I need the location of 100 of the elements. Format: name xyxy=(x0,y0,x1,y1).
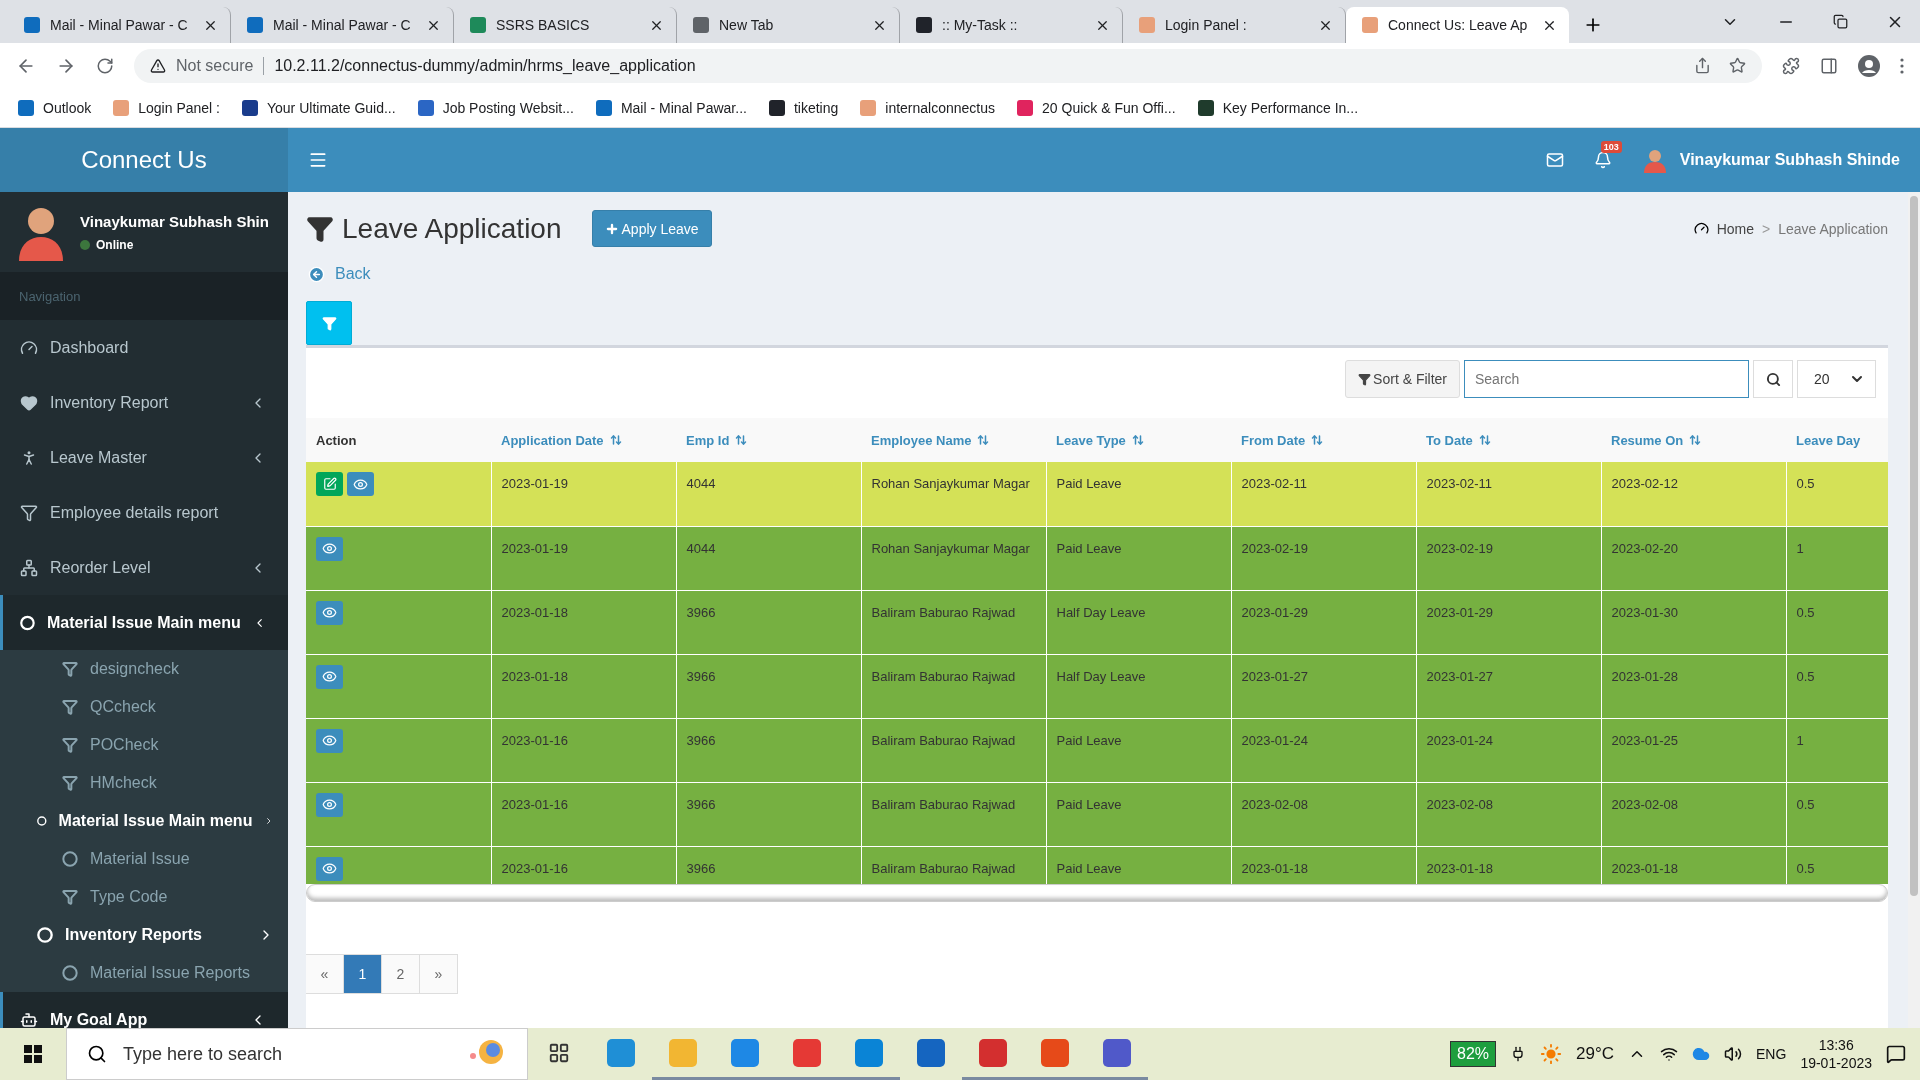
sidebar-subitem[interactable]: QCcheck xyxy=(0,688,288,726)
bookmark[interactable]: Login Panel : xyxy=(113,99,220,116)
plus-icon xyxy=(604,221,619,236)
language-indicator[interactable]: ENG xyxy=(1756,1046,1787,1062)
sidebar-subitem[interactable]: Material Issue xyxy=(0,840,288,878)
column-header: Action xyxy=(306,418,491,462)
sidebar-subitem[interactable]: Material Issue Main menu xyxy=(0,802,288,840)
table-cell: 2023-02-12 xyxy=(1601,462,1786,526)
star-icon[interactable] xyxy=(1729,57,1746,74)
sidebar-subitem[interactable]: POCheck xyxy=(0,726,288,764)
search-button[interactable] xyxy=(1753,360,1793,398)
reload-icon[interactable] xyxy=(96,56,114,75)
profile-icon[interactable] xyxy=(1858,54,1880,77)
table-cell: 3966 xyxy=(676,718,861,782)
eye-icon xyxy=(353,476,368,492)
filter-icon xyxy=(321,315,337,331)
table-cell: Paid Leave xyxy=(1046,718,1231,782)
bookmark[interactable]: internalconnectus xyxy=(860,99,996,116)
view-button[interactable] xyxy=(316,856,343,881)
bookmark[interactable]: Outlook xyxy=(18,99,92,116)
table-cell: 3966 xyxy=(676,782,861,846)
circle-icon xyxy=(37,813,47,829)
view-button[interactable] xyxy=(316,792,343,817)
share-icon[interactable] xyxy=(1694,57,1711,74)
vertical-scrollbar[interactable] xyxy=(1908,192,1920,1028)
view-button[interactable] xyxy=(316,664,343,689)
circle-icon xyxy=(62,851,78,867)
warning-icon xyxy=(150,57,166,74)
table-cell: 1 xyxy=(1786,718,1888,782)
bookmark[interactable]: 20 Quick & Fun Offi... xyxy=(1017,99,1176,116)
search-field[interactable]: Search xyxy=(1464,360,1749,398)
sidebar-item[interactable]: Reorder Level xyxy=(0,540,288,595)
bookmark[interactable]: Key Performance In... xyxy=(1197,99,1359,116)
eye-icon xyxy=(322,605,337,620)
sidebar-item[interactable]: Material Issue Main menu xyxy=(0,595,288,650)
cloud-icon[interactable] xyxy=(1692,1045,1711,1063)
weather-text[interactable]: 29°C xyxy=(1576,1044,1615,1064)
breadcrumb-link[interactable]: Home xyxy=(1716,220,1755,237)
taskbar-search[interactable]: Type here to search xyxy=(66,1028,528,1080)
sort-filter-button[interactable]: Sort & Filter xyxy=(1345,360,1460,398)
url-text: 10.2.11.2/connectus-dummy/admin/hrms_leave_application xyxy=(274,56,696,75)
horizontal-scrollbar[interactable] xyxy=(306,884,1888,902)
browser-tab[interactable]: Connect Us: Leave Ap xyxy=(1346,7,1569,43)
volume-icon[interactable] xyxy=(1724,1045,1743,1063)
sidebar-subitem[interactable]: Material Issue Reports xyxy=(0,954,288,992)
column-header[interactable]: Resume On xyxy=(1601,418,1786,462)
sidebar-item[interactable]: Employee details report xyxy=(0,485,288,540)
table-cell: Baliram Baburao Rajwad xyxy=(861,590,1046,654)
menu-icon[interactable] xyxy=(308,150,328,170)
table-cell: Baliram Baburao Rajwad xyxy=(861,654,1046,718)
column-header[interactable]: To Date xyxy=(1416,418,1601,462)
column-header[interactable]: Application Date xyxy=(491,418,676,462)
restore-icon[interactable] xyxy=(1833,14,1848,29)
view-button[interactable] xyxy=(316,728,343,753)
menu-icon[interactable] xyxy=(1900,57,1904,74)
filter-button[interactable] xyxy=(306,301,352,345)
sidebar-item[interactable]: Inventory Report xyxy=(0,375,288,430)
bookmark[interactable]: Job Posting Websit... xyxy=(417,99,574,116)
notifications-icon[interactable] xyxy=(1886,1044,1906,1064)
apply-leave-button[interactable]: Apply Leave xyxy=(591,210,712,247)
bookmark[interactable]: Your Ultimate Guid... xyxy=(242,99,396,116)
table-cell: Rohan Sanjaykumar Magar xyxy=(861,526,1046,590)
mail-icon[interactable] xyxy=(1545,151,1564,169)
edit-button[interactable] xyxy=(316,472,343,496)
table-cell: Half Day Leave xyxy=(1046,654,1231,718)
circle-icon xyxy=(20,613,35,632)
sidebar-item[interactable]: Leave Master xyxy=(0,430,288,485)
side-panel-icon[interactable] xyxy=(1820,56,1838,75)
filter-icon xyxy=(1358,372,1372,386)
sidebar-subitem[interactable]: Type Code xyxy=(0,878,288,916)
table-cell: Baliram Baburao Rajwad xyxy=(861,782,1046,846)
wifi-icon[interactable] xyxy=(1660,1045,1679,1063)
column-header[interactable]: Employee Name xyxy=(861,418,1046,462)
clock[interactable]: 13:36 19-01-2023 xyxy=(1800,1037,1872,1071)
view-button[interactable] xyxy=(316,600,343,625)
table-cell: 2023-02-08 xyxy=(1231,782,1416,846)
page-link[interactable]: 2 xyxy=(381,954,420,994)
page-link[interactable]: » xyxy=(419,954,458,994)
sidebar-subitem[interactable]: HMcheck xyxy=(0,764,288,802)
page-size-select[interactable]: 20 xyxy=(1797,360,1876,398)
address-bar[interactable]: Not secure 10.2.11.2/connectus-dummy/admin/hrms_leave_application xyxy=(134,48,1762,83)
extensions-icon[interactable] xyxy=(1782,56,1800,75)
bell-icon[interactable] xyxy=(1593,151,1612,169)
page-link[interactable]: 1 xyxy=(343,954,382,994)
page-link[interactable]: « xyxy=(306,954,344,994)
bookmark[interactable]: tiketing xyxy=(768,99,839,116)
view-button[interactable] xyxy=(347,472,374,496)
table-cell: 2023-01-19 xyxy=(491,462,676,526)
brand-logo[interactable]: Connect Us xyxy=(0,128,288,192)
view-button[interactable] xyxy=(316,536,343,561)
gauge-icon xyxy=(1693,221,1709,236)
sidebar-subitem[interactable]: Inventory Reports xyxy=(0,916,288,954)
filter-icon xyxy=(62,737,78,753)
user-name[interactable]: Vinaykumar Subhash Shinde xyxy=(1679,151,1900,169)
sidebar-item[interactable]: Dashboard xyxy=(0,320,288,375)
avatar xyxy=(1641,147,1668,173)
bookmark[interactable]: Mail - Minal Pawar... xyxy=(595,99,747,116)
sidebar-item[interactable]: My Goal App xyxy=(0,992,288,1028)
sidebar-subitem[interactable]: designcheck xyxy=(0,650,288,688)
breadcrumb-link[interactable]: Leave Application xyxy=(1778,220,1888,237)
